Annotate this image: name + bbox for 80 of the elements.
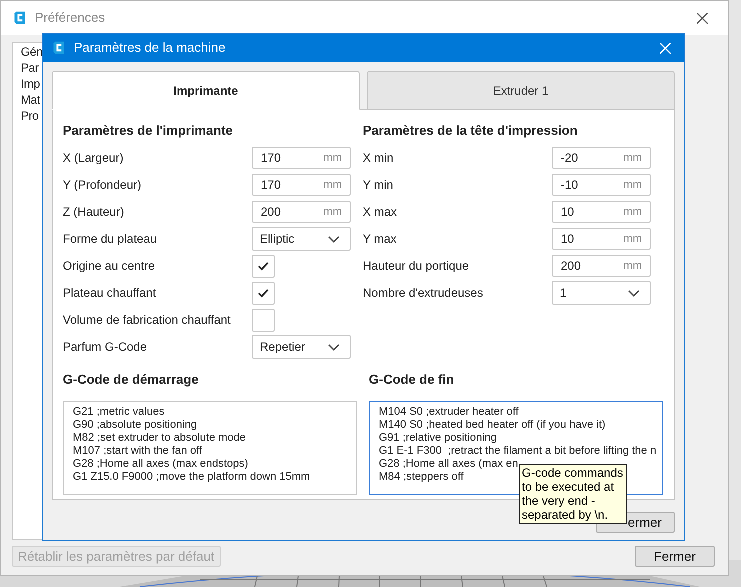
code-line: G21 ;metric values [73, 406, 165, 419]
number-field[interactable]: 10 mm [552, 201, 651, 223]
sidebar-item[interactable]: Mat [21, 92, 40, 108]
app-logo-icon [52, 41, 66, 55]
number-field[interactable]: 200 mm [552, 255, 651, 277]
field-label: Y min [363, 177, 394, 194]
field-label: Y max [363, 231, 398, 248]
unit-label: mm [624, 150, 642, 166]
number-field[interactable]: -10 mm [552, 174, 651, 196]
tooltip: G-code commands to be executed at the very end - separated by \n. [519, 464, 627, 524]
field-label: Z (Hauteur) [63, 204, 126, 221]
sidebar-item[interactable]: Par [21, 60, 39, 76]
unit-label: mm [624, 232, 642, 247]
chevron-icon [628, 290, 640, 296]
field-label: Forme du plateau [63, 231, 158, 248]
field-label: Y (Profondeur) [63, 177, 142, 194]
checkbox[interactable] [252, 308, 275, 332]
checkbox[interactable] [252, 254, 275, 278]
section-heading: Paramètres de la tête d'impression [363, 122, 579, 140]
tab[interactable]: Imprimante [52, 71, 360, 110]
field-value: -20 [561, 150, 578, 167]
app-logo-icon [13, 11, 27, 25]
field-value: -10 [561, 177, 578, 194]
chevron-icon [328, 344, 340, 350]
number-field[interactable]: 10 mm [552, 228, 651, 250]
field-value: 170 [261, 150, 282, 167]
unit-label: mm [624, 258, 642, 274]
code-line: M104 S0 ;extruder heater off [379, 406, 519, 419]
sidebar-item[interactable]: Gén [21, 44, 43, 60]
code-line: M82 ;set extruder to absolute mode [73, 432, 246, 445]
sidebar-item[interactable]: Pro [21, 108, 39, 124]
field-label: Hauteur du portique [363, 258, 470, 275]
number-field[interactable]: 200 mm [252, 201, 351, 223]
code-line: M84 ;steppers off [379, 471, 464, 484]
section-heading: Paramètres de l'imprimante [63, 122, 234, 140]
sidebar-item[interactable]: Imp [21, 76, 40, 92]
section-heading: G-Code de démarrage [63, 371, 200, 389]
check-icon [258, 262, 269, 270]
close-button[interactable]: Fermer [635, 546, 715, 567]
code-line: G28 ;Home all axes (max en [379, 458, 518, 471]
code-line: M107 ;start with the fan off [73, 445, 202, 458]
unit-label: mm [324, 204, 342, 220]
number-field[interactable]: 170 mm [252, 174, 351, 196]
field-label: Parfum G-Code [63, 339, 148, 356]
field-value: 10 [561, 231, 574, 248]
checkbox[interactable] [252, 282, 275, 304]
field-label: X min [363, 150, 395, 167]
tab[interactable]: Extruder 1 [367, 71, 675, 110]
close-icon[interactable] [697, 12, 708, 24]
field-label: X max [363, 204, 398, 221]
dropdown[interactable]: Elliptic [252, 227, 351, 251]
chevron-icon [328, 236, 340, 242]
window-title: Paramètres de la machine [74, 39, 226, 58]
number-field[interactable]: -20 mm [552, 147, 651, 169]
field-value: 10 [561, 204, 574, 221]
unit-label: mm [624, 178, 642, 193]
code-line: G28 ;Home all axes (max endstops) [73, 458, 248, 471]
field-label: Plateau chauffant [63, 285, 158, 302]
number-field[interactable]: 170 mm [252, 147, 351, 169]
code-line: G1 Z15.0 F9000 ;move the platform down 15mm [73, 471, 310, 484]
unit-label: mm [624, 204, 642, 220]
window-title: Préférences [35, 9, 106, 28]
dropdown[interactable]: Repetier [252, 335, 351, 359]
field-value: 170 [261, 177, 282, 194]
code-line: G1 E-1 F300 ;retract the filament a bit before lifting the n [379, 445, 657, 458]
code-line: G90 ;absolute positioning [73, 419, 198, 432]
dropdown[interactable]: 1 [552, 281, 651, 305]
unit-label: mm [324, 150, 342, 166]
check-icon [258, 288, 269, 298]
gcode-text-area[interactable]: G21 ;metric values G90 ;absolute positioning M82 ;set extruder to absolute mode M107 ;start with the fan off G28 ;Home all axes (max endstops) G1 Z15.0 F9000 ;move the platform down 15mm [63, 401, 357, 495]
code-line: G91 ;relative positioning [379, 432, 498, 445]
field-label: X (Largeur) [63, 150, 125, 167]
field-label: Nombre d'extrudeuses [363, 285, 484, 302]
unit-label: mm [324, 178, 342, 193]
field-value: 200 [561, 258, 582, 275]
field-label: Origine au centre [63, 258, 156, 275]
section-heading: G-Code de fin [369, 371, 456, 389]
code-line: M140 S0 ;heated bed heater off (if you have it) [379, 419, 606, 432]
field-value: 200 [261, 204, 282, 221]
field-label: Volume de fabrication chauffant [63, 312, 232, 329]
